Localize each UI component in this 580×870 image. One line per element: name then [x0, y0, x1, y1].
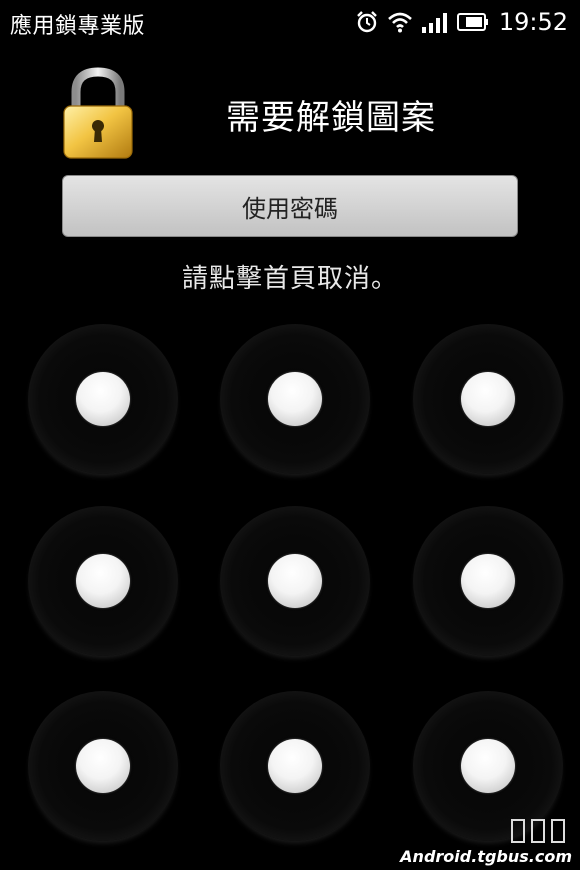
pattern-dot-circle[interactable] — [76, 739, 130, 793]
prompt-title: 需要解鎖圖案 — [226, 98, 436, 138]
pattern-dot-8[interactable] — [220, 691, 370, 841]
pattern-dot-circle[interactable] — [268, 554, 322, 608]
use-password-button[interactable]: 使用密碼 — [62, 175, 518, 237]
pattern-dot-4[interactable] — [28, 506, 178, 656]
status-time: 19:52 — [498, 8, 568, 36]
status-icons: 19:52 — [355, 7, 568, 37]
pattern-dot-7[interactable] — [28, 691, 178, 841]
pattern-dot-circle[interactable] — [461, 372, 515, 426]
wifi-icon — [387, 11, 413, 33]
watermark-text: Android.tgbus.com — [400, 847, 572, 866]
pattern-dot-circle[interactable] — [268, 372, 322, 426]
status-bar: 應用鎖專業版 19:52 — [0, 0, 580, 46]
pattern-dot-3[interactable] — [413, 324, 563, 474]
pattern-grid[interactable] — [0, 320, 580, 860]
pattern-dot-6[interactable] — [413, 506, 563, 656]
pattern-dot-circle[interactable] — [461, 554, 515, 608]
cancel-hint: 請點擊首頁取消。 — [181, 264, 398, 294]
watermark-logo-icon — [508, 816, 568, 846]
signal-icon — [421, 11, 449, 33]
pattern-dot-5[interactable] — [220, 506, 370, 656]
battery-icon — [456, 12, 489, 32]
pattern-dot-1[interactable] — [28, 324, 178, 474]
pattern-dot-circle[interactable] — [461, 739, 515, 793]
pattern-dot-2[interactable] — [220, 324, 370, 474]
pattern-dot-circle[interactable] — [268, 739, 322, 793]
app-title: 應用鎖專業版 — [10, 14, 146, 39]
pattern-dot-circle[interactable] — [76, 372, 130, 426]
padlock-icon — [60, 66, 136, 160]
alarm-icon — [355, 10, 379, 34]
pattern-dot-circle[interactable] — [76, 554, 130, 608]
